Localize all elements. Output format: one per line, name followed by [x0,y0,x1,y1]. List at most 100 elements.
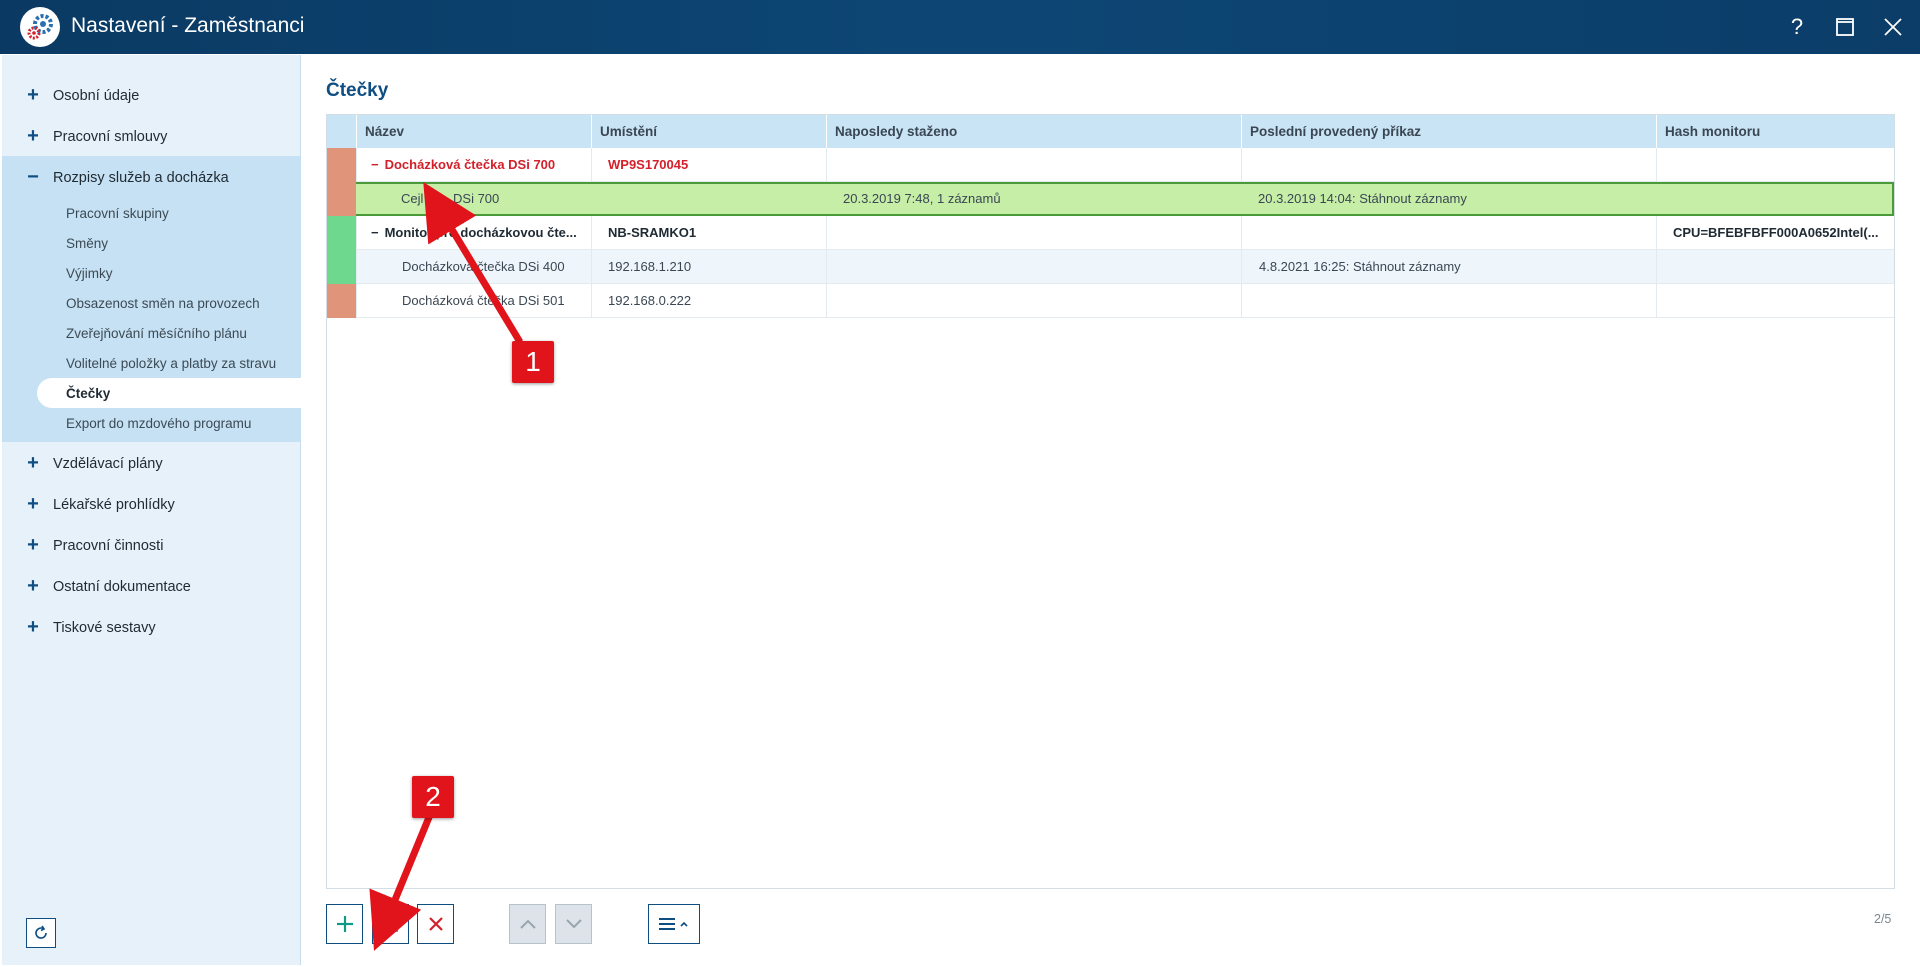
sidebar-subitem-label: Pracovní skupiny [66,205,169,221]
table-row[interactable]: Docházková čtečka DSi 400 192.168.1.210 … [327,250,1894,284]
column-header-location[interactable]: Umístění [591,115,826,148]
row-status-marker [327,250,356,284]
plus-icon [336,916,353,932]
cell-name-text: Monitor pro docházkovou čte... [384,225,577,240]
row-status-marker [327,148,356,182]
column-header-last-command[interactable]: Poslední provedený příkaz [1241,115,1656,148]
cell-last-download: 20.3.2019 7:48, 1 záznamů [843,191,1001,206]
cell-location: 192.168.1.210 [591,250,826,284]
sidebar-subitem-ctecky[interactable]: Čtečky [37,378,301,408]
chevron-up-icon [519,919,536,929]
close-button[interactable] [1878,12,1908,42]
cell-last-command [1241,284,1656,318]
page-title: Čtečky [326,80,389,101]
sidebar-subitem-label: Zveřejňování měsíčního plánu [66,325,247,341]
options-menu-button[interactable] [648,904,700,944]
table-header: Název Umístění Naposledy staženo Posledn… [327,115,1894,148]
collapse-icon[interactable]: − [371,225,379,240]
cell-name-text: Docházková čtečka DSi 700 [384,157,556,172]
sidebar-subitem-volitelne-polozky[interactable]: Volitelné položky a platby za stravu [2,348,301,378]
cell-name: Cejl 62 - DSi 700 [401,191,500,206]
table-row[interactable]: − Docházková čtečka DSi 700 WP9S170045 [327,148,1894,182]
readers-table: Název Umístění Naposledy staženo Posledn… [326,114,1895,889]
chevron-down-icon [565,919,582,929]
sidebar-item-label: Pracovní činnosti [53,537,164,554]
title-bar: Nastavení - Zaměstnanci ? [0,0,1920,54]
add-button[interactable] [326,904,363,944]
row-status-marker [327,284,356,318]
sidebar-item-label: Osobní údaje [53,87,140,104]
sidebar-subitem-zverejnovani[interactable]: Zveřejňování měsíčního plánu [2,318,301,348]
sidebar-item-label: Tiskové sestavy [53,619,156,636]
refresh-icon [35,925,47,939]
expand-icon: + [27,125,39,147]
table-row[interactable]: Docházková čtečka DSi 501 192.168.0.222 [327,284,1894,318]
sidebar-item-osobni-udaje[interactable]: + Osobní údaje [2,75,301,116]
cell-hash [1656,182,1894,216]
sidebar-subitem-smeny[interactable]: Směny [2,228,301,258]
sidebar-item-vzdelavaci-plany[interactable]: + Vzdělávací plány [2,443,301,484]
expand-icon: + [27,575,39,597]
close-icon [1884,18,1902,36]
cell-location: 192.168.0.222 [591,284,826,318]
sidebar-item-ostatni-dokumentace[interactable]: + Ostatní dokumentace [2,566,301,607]
sidebar-subitem-export[interactable]: Export do mzdového programu [2,408,301,438]
sidebar-subitem-label: Volitelné položky a platby za stravu [66,355,277,371]
expand-icon: + [27,616,39,638]
sidebar-subitem-label: Čtečky [66,385,111,401]
column-header-name[interactable]: Název [356,115,591,148]
sidebar-subitem-vyjimky[interactable]: Výjimky [2,258,301,288]
cell-last-command [1241,148,1656,182]
row-status-marker [327,216,356,250]
pencil-icon [383,919,398,932]
move-up-button[interactable] [509,904,546,944]
cell-name: Docházková čtečka DSi 501 [356,284,591,318]
column-header-last-download[interactable]: Naposledy staženo [826,115,1241,148]
cell-last-command [1241,216,1656,250]
sidebar: + Osobní údaje + Pracovní smlouvy − Rozp… [2,55,301,965]
sidebar-subitem-pracovni-skupiny[interactable]: Pracovní skupiny [2,198,301,228]
cell-hash [1656,284,1894,318]
maximize-icon [1836,18,1854,36]
sidebar-item-label: Pracovní smlouvy [53,128,168,145]
cell-last-command: 4.8.2021 16:25: Stáhnout záznamy [1241,250,1656,284]
expand-icon: + [27,493,39,515]
cell-name: Docházková čtečka DSi 400 [356,250,591,284]
collapse-icon[interactable]: − [371,157,379,172]
row-status-marker [327,182,356,216]
sidebar-item-label: Rozpisy služeb a docházka [53,169,229,186]
sidebar-item-label: Ostatní dokumentace [53,578,191,595]
expand-icon: + [27,84,39,106]
move-down-button[interactable] [555,904,592,944]
sidebar-item-pracovni-cinnosti[interactable]: + Pracovní činnosti [2,525,301,566]
table-row[interactable]: − Monitor pro docházkovou čte... NB-SRAMK… [327,216,1894,250]
refresh-button[interactable] [26,918,56,948]
column-header-monitor-hash[interactable]: Hash monitoru [1656,115,1894,148]
sidebar-item-pracovni-smlouvy[interactable]: + Pracovní smlouvy [2,116,301,157]
cell-name: − Docházková čtečka DSi 700 [356,148,591,182]
annotation-badge-2: 2 [412,776,454,818]
table-row-selected[interactable]: Cejl 62 - DSi 700 20.3.2019 7:48, 1 zázn… [327,182,1894,216]
edit-button[interactable] [372,904,409,944]
sidebar-subitem-label: Výjimky [66,265,113,281]
sidebar-item-rozpisy-sluzeb[interactable]: − Rozpisy služeb a docházka [2,157,301,198]
sidebar-item-label: Vzdělávací plány [53,455,163,472]
collapse-icon: − [27,166,39,188]
cell-location: WP9S170045 [591,148,826,182]
sidebar-subitem-label: Směny [66,235,109,251]
cell-last-command: 20.3.2019 14:04: Stáhnout záznamy [1258,191,1467,206]
page-counter: 2/5 [1874,912,1892,926]
sidebar-subitem-obsazenost[interactable]: Obsazenost směn na provozech [2,288,301,318]
expand-icon: + [27,452,39,474]
delete-button[interactable] [417,904,454,944]
sidebar-item-lekarske-prohlidky[interactable]: + Lékařské prohlídky [2,484,301,525]
cell-last-download [826,284,1241,318]
maximize-button[interactable] [1830,12,1860,42]
menu-icon [659,918,688,930]
delete-x-icon [428,917,443,931]
cell-location [591,182,826,216]
cell-name: − Monitor pro docházkovou čte... [356,216,591,250]
sidebar-item-tiskove-sestavy[interactable]: + Tiskové sestavy [2,607,301,648]
cell-hash [1656,148,1894,182]
help-button[interactable]: ? [1782,12,1812,42]
